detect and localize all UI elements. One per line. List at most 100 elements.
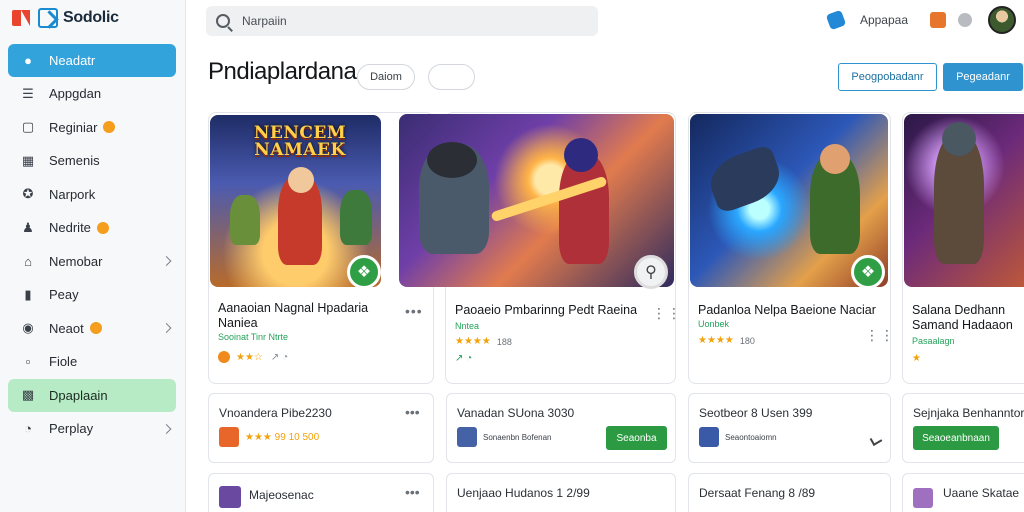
list-card-title[interactable]: Vnoandera Pibe2230 bbox=[219, 406, 332, 420]
more-options-icon[interactable]: ⋮⋮ bbox=[652, 305, 682, 322]
list-card[interactable]: Uaane Skatae bbox=[902, 473, 1024, 512]
sidebar-item-label: Neaot bbox=[49, 320, 84, 336]
rating: ★★★★ 180 bbox=[698, 335, 755, 346]
list-card-title[interactable]: Sejnjaka Benhanntor bbox=[913, 406, 1024, 420]
more-options-icon[interactable]: ••• bbox=[405, 404, 420, 420]
more-options-icon[interactable]: ••• bbox=[405, 303, 423, 319]
game-thumbnail bbox=[457, 427, 477, 447]
game-thumbnail bbox=[219, 486, 241, 508]
list-card-title[interactable]: Vanadan SUona 3030 bbox=[457, 406, 574, 420]
sidebar-item-label: Fiole bbox=[49, 354, 78, 370]
topbar-actions: Appapaa bbox=[825, 4, 1016, 36]
sidebar-item-7[interactable]: ⌂ Nemobar bbox=[8, 245, 176, 279]
sidebar-item-1[interactable]: ● Neadatr bbox=[8, 44, 176, 77]
rating: ★★★★ 188 bbox=[455, 336, 512, 347]
sidebar-item-4[interactable]: ▦ Semenis bbox=[8, 144, 176, 178]
more-options-icon[interactable]: ⋮⋮ bbox=[865, 327, 895, 344]
rating: ★ bbox=[912, 353, 921, 364]
notification-badge bbox=[89, 322, 102, 335]
game-art-title: NENCEM NAMAEK bbox=[253, 123, 347, 160]
list-card[interactable]: Dersaat Fenang 8 /89 bbox=[688, 473, 891, 512]
action-button[interactable]: Seaonba bbox=[606, 426, 667, 450]
game-title[interactable]: Paoaeio Pmbarinng Pedt Raeina bbox=[455, 303, 655, 318]
home-icon: ⌂ bbox=[24, 253, 32, 269]
list-card[interactable]: Uenjaao Hudanos 1 2/99 bbox=[446, 473, 676, 512]
sidebar-item-label: Nedrite bbox=[49, 220, 91, 236]
primary-button[interactable]: Pegeadanr bbox=[943, 63, 1023, 91]
list-icon: ☰ bbox=[22, 85, 34, 101]
notification-icon[interactable] bbox=[958, 13, 972, 27]
sidebar-nav: ● Neadatr ☰ Appgdan ▢ Reginiar ▦ Semenis… bbox=[8, 44, 176, 446]
list-card-title[interactable]: Uenjaao Hudanos 1 2/99 bbox=[457, 486, 590, 500]
play-icon[interactable]: ⚲ bbox=[634, 255, 668, 289]
play-icon[interactable]: ❖ bbox=[347, 255, 381, 289]
rating-extra: ↗ ◔ bbox=[270, 351, 289, 363]
filter-chip-secondary[interactable] bbox=[428, 64, 475, 90]
game-artwork bbox=[904, 114, 1024, 287]
sidebar-item-11[interactable]: ▩ Dpaplaain bbox=[8, 378, 176, 412]
game-subtitle: Sooinat Tinr Ntrte bbox=[218, 332, 289, 342]
chat-icon: ▢ bbox=[21, 119, 35, 135]
sidebar-item-3[interactable]: ▢ Reginiar bbox=[8, 111, 176, 145]
game-subtitle: Nntea bbox=[455, 321, 480, 331]
list-card-meta: ★★★ 99 10 500 bbox=[219, 427, 319, 447]
more-options-icon[interactable]: ••• bbox=[405, 484, 420, 500]
list-card-meta: Sonaenbn Bofenan bbox=[457, 427, 553, 447]
doc-icon: ▮ bbox=[24, 286, 32, 302]
search-icon bbox=[216, 14, 230, 28]
game-card[interactable]: Salana Dedhann Samand Hadaaon Pasaalagn … bbox=[902, 112, 1024, 384]
gamepad-icon: ◉ bbox=[22, 320, 34, 336]
list-card-meta-text: Sonaenbn Bofenan bbox=[483, 432, 552, 442]
sidebar-item-10[interactable]: ▫ Fiole bbox=[8, 345, 176, 379]
sidebar-item-9[interactable]: ◉ Neaot bbox=[8, 312, 176, 346]
sidebar-item-6[interactable]: ♟ Nedrite bbox=[8, 211, 176, 245]
list-card-title[interactable]: Uaane Skatae bbox=[943, 486, 1019, 500]
user-icon: ● bbox=[24, 53, 32, 68]
shop-icon[interactable] bbox=[930, 12, 946, 28]
game-title[interactable]: Salana Dedhann Samand Hadaaon bbox=[912, 303, 1020, 333]
search-input[interactable] bbox=[242, 14, 582, 28]
rating-count: 188 bbox=[496, 336, 512, 347]
sidebar-item-2[interactable]: ☰ Appgdan bbox=[8, 77, 176, 111]
game-card[interactable]: ❖ Padanloa Nelpa Baeione Naciar ⋮⋮ Uonbe… bbox=[688, 112, 894, 384]
game-thumbnail bbox=[219, 427, 239, 447]
list-card[interactable]: Vnoandera Pibe2230 ••• ★★★ 99 10 500 bbox=[208, 393, 434, 463]
rating-stars: ★★★★ bbox=[455, 336, 491, 347]
search-bar[interactable] bbox=[206, 6, 598, 36]
outline-button[interactable]: Peogpobadanr bbox=[838, 63, 937, 91]
chevron-right-icon bbox=[161, 323, 172, 334]
rating-meta: ↗ ◔ bbox=[455, 353, 472, 364]
list-card[interactable]: Seotbeor 8 Usen 399 Seaontoaiomn bbox=[688, 393, 891, 463]
game-card[interactable]: ⚲ Paoaeio Pmbarinng Pedt Raeina ⋮⋮ Nntea… bbox=[399, 112, 681, 384]
rating: ★★☆ ↗ ◔ bbox=[218, 351, 288, 363]
list-card[interactable]: Vanadan SUona 3030 Sonaenbn Bofenan Seao… bbox=[446, 393, 676, 463]
rating-extra: ↗ ◔ bbox=[455, 353, 473, 364]
cursor-icon bbox=[869, 434, 883, 446]
game-title[interactable]: Aanaoian Nagnal Hpadaria Naniea bbox=[218, 301, 388, 331]
sidebar: Sodolic ● Neadatr ☰ Appgdan ▢ Reginiar ▦… bbox=[0, 0, 186, 512]
link-icon[interactable] bbox=[825, 9, 847, 31]
topbar-label[interactable]: Appapaa bbox=[860, 13, 908, 27]
sidebar-item-label: Reginiar bbox=[49, 119, 98, 135]
sidebar-item-12[interactable]: ◔ Perplay bbox=[8, 412, 176, 446]
sidebar-item-label: Nemobar bbox=[49, 253, 103, 269]
sidebar-item-8[interactable]: ▮ Peay bbox=[8, 278, 176, 312]
app-name: Sodolic bbox=[63, 9, 119, 26]
action-button[interactable]: Seaoeanbnaan bbox=[913, 426, 999, 450]
list-card[interactable]: Majeosenac ••• bbox=[208, 473, 434, 512]
avatar[interactable] bbox=[988, 6, 1016, 34]
sidebar-item-5[interactable]: ✪ Narpork bbox=[8, 178, 176, 212]
play-icon[interactable]: ❖ bbox=[851, 255, 885, 289]
brand[interactable]: Sodolic bbox=[12, 6, 119, 30]
sidebar-item-label: Semenis bbox=[49, 153, 100, 169]
game-title[interactable]: Padanloa Nelpa Baeione Naciar bbox=[698, 303, 880, 318]
rating-count: 180 bbox=[739, 335, 755, 346]
filter-chip[interactable]: Daiom bbox=[357, 64, 415, 90]
pin-icon: ✪ bbox=[22, 186, 34, 202]
sidebar-item-label: Peay bbox=[49, 287, 79, 303]
list-card-title[interactable]: Dersaat Fenang 8 /89 bbox=[699, 486, 815, 500]
list-card[interactable]: Sejnjaka Benhanntor Seaoeanbnaan bbox=[902, 393, 1024, 463]
list-card-title[interactable]: Majeosenac bbox=[249, 488, 314, 502]
game-subtitle: Pasaalagn bbox=[912, 336, 955, 346]
list-card-title[interactable]: Seotbeor 8 Usen 399 bbox=[699, 406, 812, 420]
